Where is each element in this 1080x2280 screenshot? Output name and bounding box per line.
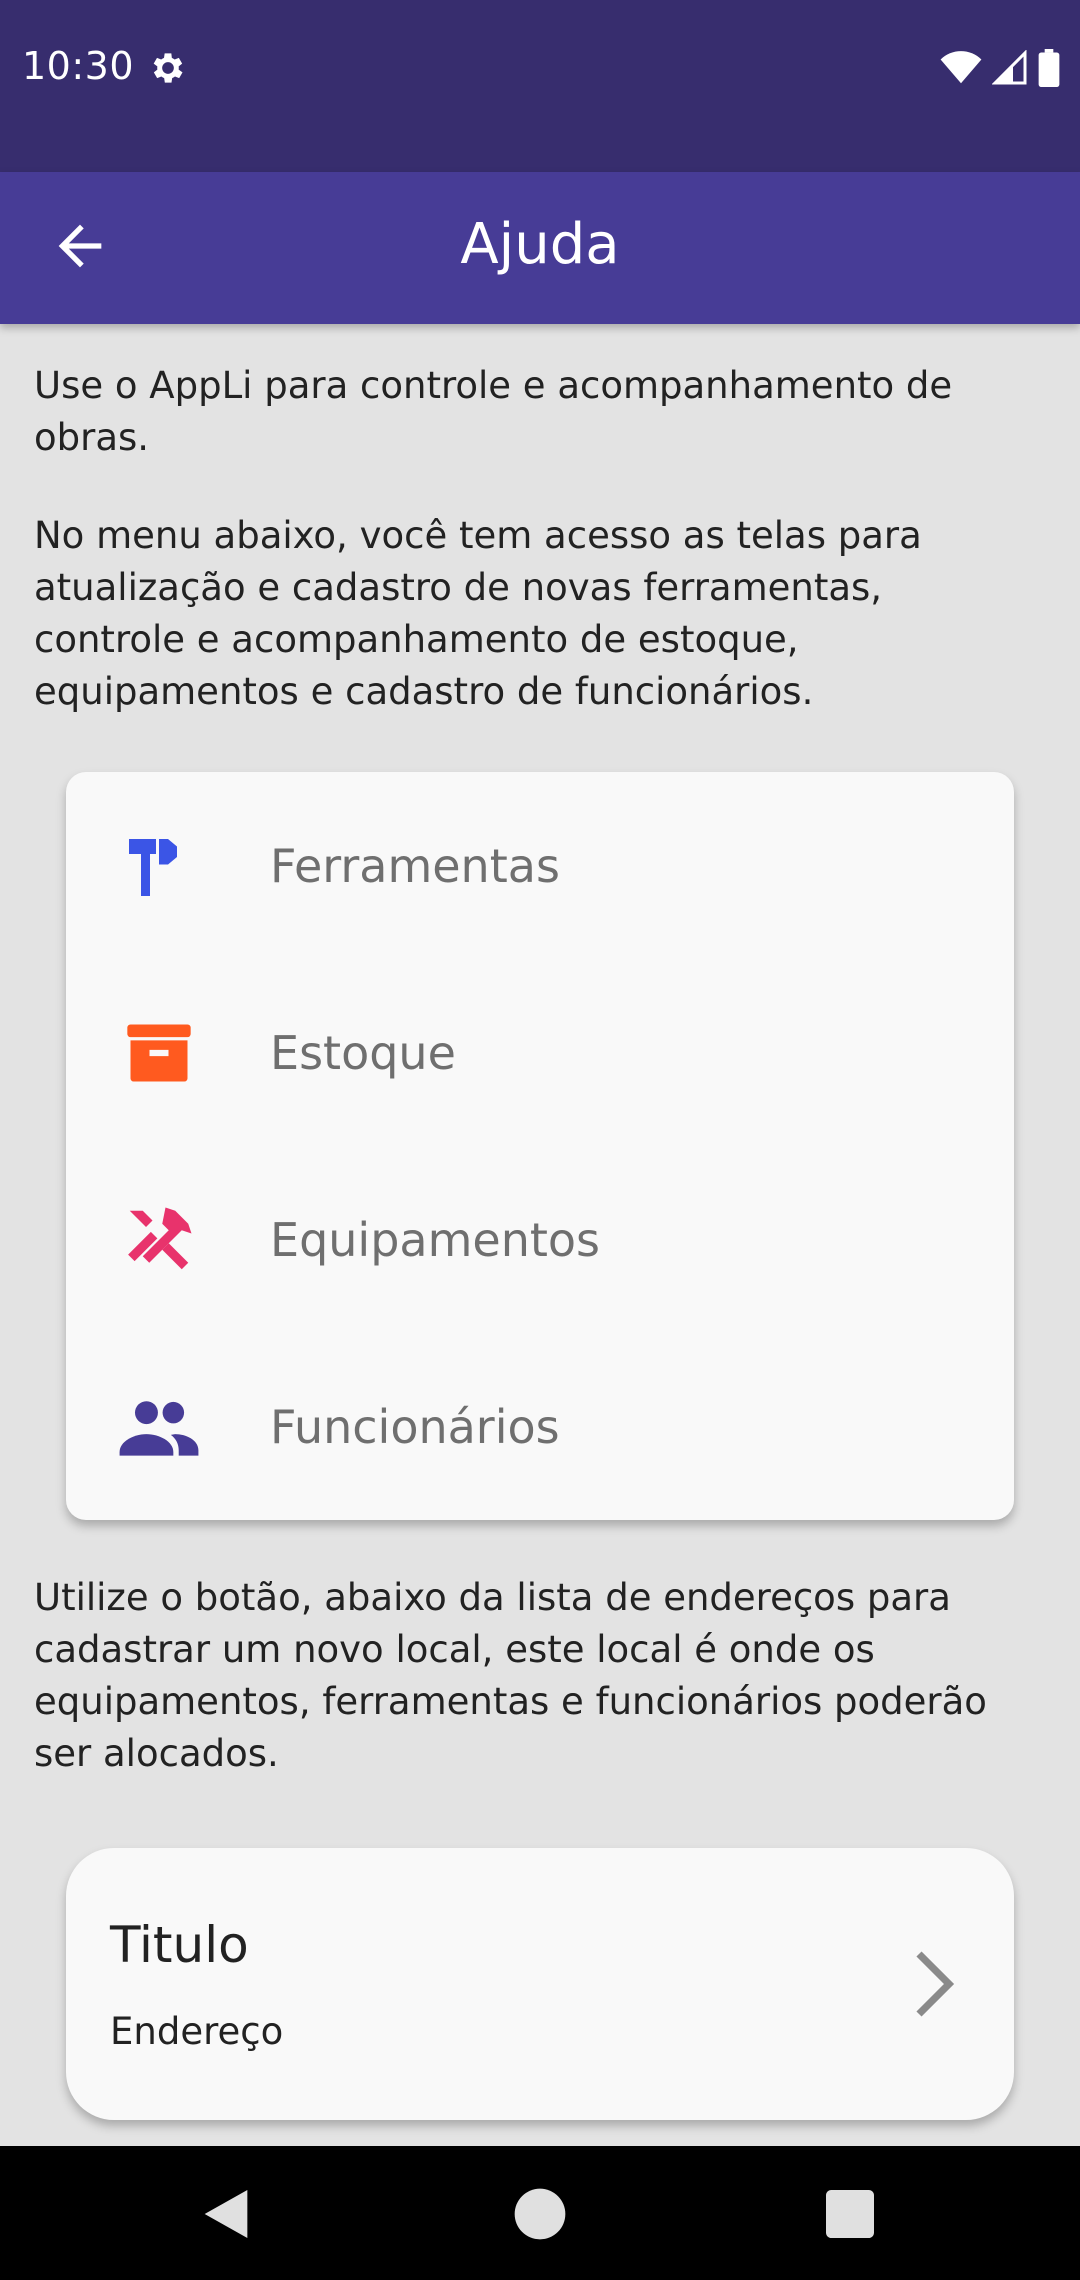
chevron-right-icon (916, 1951, 955, 2017)
help-content: Use o AppLi para controle e acompanhamen… (0, 324, 1080, 2146)
nav-home-icon[interactable] (508, 2182, 572, 2246)
menu-item-funcionarios[interactable]: Funcionários (66, 1333, 1014, 1520)
page-title: Ajuda (460, 212, 620, 277)
intro-text: Use o AppLi para controle e acompanhamen… (34, 364, 953, 459)
menu-item-label: Estoque (270, 1025, 456, 1080)
menu-item-label: Ferramentas (270, 838, 560, 893)
menu-item-ferramentas[interactable]: Ferramentas (66, 772, 1014, 959)
address-card-title: Titulo (110, 1916, 249, 1974)
menu-item-equipamentos[interactable]: Equipamentos (66, 1146, 1014, 1333)
navigation-bar (0, 2146, 1080, 2280)
hammer-icon (116, 823, 202, 909)
menu-item-label: Equipamentos (270, 1212, 600, 1267)
wifi-icon (940, 51, 982, 84)
menu-item-estoque[interactable]: Estoque (66, 959, 1014, 1146)
menu-card: Ferramentas Estoque Equipamentos Funcion… (66, 772, 1014, 1520)
status-bar: 10:30 (0, 0, 1080, 172)
gear-icon (153, 53, 183, 83)
address-card-subtitle: Endereço (110, 2010, 284, 2053)
tools-icon (116, 1197, 202, 1283)
app-bar: Ajuda (0, 172, 1080, 324)
status-time: 10:30 (22, 44, 135, 88)
nav-recents-icon[interactable] (818, 2182, 882, 2246)
archive-box-icon (116, 1010, 202, 1096)
menu-description-text: No menu abaixo, você tem acesso as telas… (34, 514, 922, 713)
address-description-text: Utilize o botão, abaixo da lista de ende… (34, 1576, 987, 1775)
address-card[interactable]: Titulo Endereço (66, 1848, 1014, 2120)
battery-icon (1038, 49, 1060, 87)
people-icon (116, 1384, 202, 1470)
system-icons (940, 48, 1060, 88)
menu-item-label: Funcionários (270, 1399, 560, 1454)
nav-back-icon[interactable] (194, 2182, 258, 2246)
signal-icon (992, 50, 1027, 85)
